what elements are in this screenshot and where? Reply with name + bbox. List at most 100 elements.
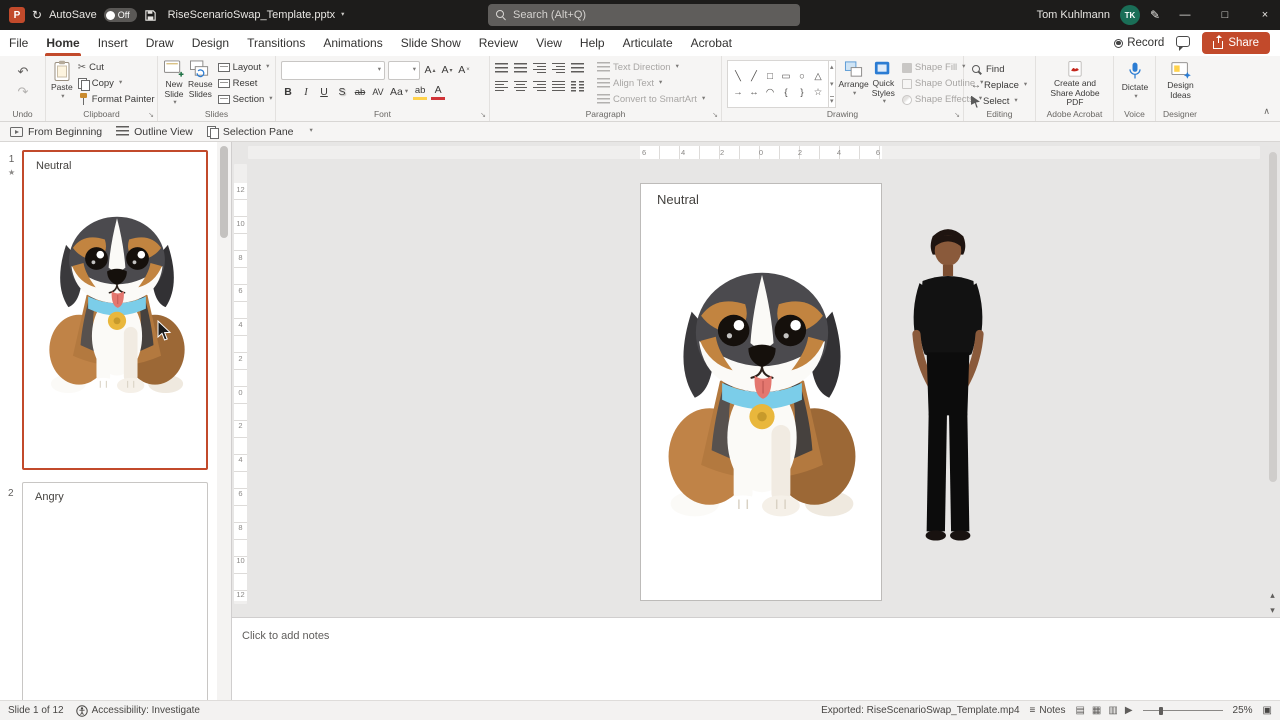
- selection-pane-button[interactable]: Selection Pane: [206, 125, 294, 139]
- slideshow-view-button[interactable]: ▶: [1125, 705, 1133, 716]
- line-spacing-button[interactable]: [571, 61, 584, 79]
- shape-line-icon[interactable]: ╲: [731, 69, 745, 83]
- shrink-font-button[interactable]: A ▾: [440, 62, 454, 78]
- woman-character-image[interactable]: [900, 220, 996, 566]
- tab-home[interactable]: Home: [37, 30, 88, 56]
- dialog-launcher-icon[interactable]: ↘: [148, 111, 154, 119]
- comments-button[interactable]: [1176, 36, 1191, 51]
- increase-indent-button[interactable]: [552, 61, 565, 79]
- save-icon[interactable]: [144, 9, 157, 22]
- align-right-button[interactable]: [533, 79, 546, 97]
- tab-draw[interactable]: Draw: [137, 30, 183, 56]
- shape-gallery[interactable]: ╲ ╱ □ ▭ ○ △ → ↔ ◠ { } ☆: [727, 60, 829, 108]
- record-button[interactable]: Record: [1114, 37, 1164, 49]
- shape-line2-icon[interactable]: ╱: [747, 69, 761, 83]
- tab-insert[interactable]: Insert: [89, 30, 137, 56]
- editor-scrollbar-thumb[interactable]: [1268, 152, 1277, 482]
- text-direction-button[interactable]: Text Direction ▾: [595, 60, 707, 75]
- layout-button[interactable]: Layout ▾: [216, 60, 275, 75]
- cut-button[interactable]: ✂ Cut: [76, 60, 157, 75]
- new-slide-button[interactable]: New Slide ▾: [163, 60, 185, 108]
- document-title[interactable]: RiseScenarioSwap_Template.pptx ▾: [164, 9, 349, 21]
- gallery-up-icon[interactable]: ▴: [830, 63, 834, 71]
- bold-button[interactable]: B: [281, 84, 295, 100]
- slide-thumbnail-1[interactable]: Neutral: [22, 150, 208, 470]
- align-text-button[interactable]: Align Text ▾: [595, 76, 707, 91]
- accessibility-status[interactable]: Accessibility: Investigate: [75, 704, 200, 717]
- tab-animations[interactable]: Animations: [314, 30, 391, 56]
- tab-acrobat[interactable]: Acrobat: [682, 30, 741, 56]
- bullet-list-button[interactable]: [495, 61, 508, 79]
- format-painter-button[interactable]: Format Painter: [76, 92, 157, 107]
- tab-articulate[interactable]: Articulate: [614, 30, 682, 56]
- collapse-ribbon-icon[interactable]: ∧: [1263, 106, 1270, 117]
- tab-view[interactable]: View: [527, 30, 571, 56]
- dialog-launcher-icon[interactable]: ↘: [954, 111, 960, 119]
- user-name[interactable]: Tom Kuhlmann: [1037, 9, 1110, 21]
- tab-slide-show[interactable]: Slide Show: [392, 30, 470, 56]
- gallery-down-icon[interactable]: ▾: [830, 80, 834, 88]
- font-color-button[interactable]: A: [431, 84, 446, 100]
- clear-formatting-button[interactable]: A ×: [457, 62, 471, 78]
- notes-pane[interactable]: Click to add notes: [232, 617, 1280, 700]
- from-beginning-button[interactable]: From Beginning: [10, 126, 102, 138]
- tab-design[interactable]: Design: [183, 30, 238, 56]
- undo-icon[interactable]: ↶: [18, 64, 29, 80]
- slide-canvas[interactable]: Neutral: [640, 183, 882, 601]
- shape-rounded-rect-icon[interactable]: ▭: [779, 69, 793, 83]
- columns-button[interactable]: [571, 79, 584, 97]
- tab-review[interactable]: Review: [470, 30, 527, 56]
- shape-triangle-icon[interactable]: △: [811, 69, 825, 83]
- normal-view-button[interactable]: ▤: [1075, 705, 1084, 716]
- shape-double-arrow-icon[interactable]: ↔: [747, 85, 761, 99]
- replace-button[interactable]: ↔ Replace ▾: [969, 78, 1031, 93]
- shape-brace-left-icon[interactable]: {: [779, 85, 793, 99]
- create-share-pdf-button[interactable]: Create and Share Adobe PDF: [1043, 60, 1107, 108]
- design-ideas-button[interactable]: Design Ideas: [1163, 60, 1199, 108]
- next-slide-button[interactable]: ▾: [1270, 605, 1275, 616]
- fit-slide-button[interactable]: ▣: [1263, 705, 1272, 716]
- reuse-slides-button[interactable]: Reuse Slides: [188, 60, 213, 108]
- character-spacing-button[interactable]: AV: [371, 84, 385, 100]
- tab-transitions[interactable]: Transitions: [238, 30, 314, 56]
- outline-view-button[interactable]: Outline View: [116, 126, 193, 138]
- previous-slide-button[interactable]: ▴: [1270, 590, 1275, 601]
- dialog-launcher-icon[interactable]: ↘: [712, 111, 718, 119]
- search-input[interactable]: [513, 9, 792, 21]
- editor-scrollbar[interactable]: ▴ ▾: [1267, 148, 1278, 616]
- convert-to-smartart-button[interactable]: Convert to SmartArt ▾: [595, 92, 707, 107]
- dictate-button[interactable]: Dictate ▾: [1119, 60, 1151, 108]
- slide-sorter-view-button[interactable]: ▦: [1092, 705, 1101, 716]
- align-center-button[interactable]: [514, 79, 527, 97]
- avatar[interactable]: TK: [1119, 5, 1140, 25]
- font-size-select[interactable]: ▾: [388, 60, 420, 80]
- text-shadow-button[interactable]: S: [335, 84, 349, 100]
- shape-star-icon[interactable]: ☆: [811, 85, 825, 99]
- decrease-indent-button[interactable]: [533, 61, 546, 79]
- redo-icon[interactable]: ↷: [18, 84, 29, 100]
- font-name-select[interactable]: ▾: [281, 60, 385, 80]
- shape-brace-right-icon[interactable]: }: [795, 85, 809, 99]
- section-button[interactable]: Section ▾: [216, 92, 275, 107]
- slide-thumbnail-2[interactable]: Angry: [22, 482, 208, 700]
- italic-button[interactable]: I: [299, 84, 313, 100]
- underline-button[interactable]: U: [317, 84, 331, 100]
- powerpoint-app-icon[interactable]: P: [9, 7, 25, 23]
- find-button[interactable]: Find: [969, 62, 1031, 77]
- reset-button[interactable]: Reset: [216, 76, 275, 91]
- thumbnail-scrollbar[interactable]: [217, 142, 231, 700]
- notes-toggle-button[interactable]: ≡ Notes: [1030, 705, 1066, 716]
- grow-font-button[interactable]: A ▴: [423, 62, 437, 78]
- zoom-slider-handle[interactable]: [1158, 706, 1163, 715]
- slide-counter[interactable]: Slide 1 of 12: [8, 705, 64, 716]
- ink-pen-icon[interactable]: ✎: [1150, 8, 1160, 22]
- arrange-button[interactable]: Arrange ▾: [839, 60, 869, 108]
- zoom-slider[interactable]: [1142, 706, 1223, 716]
- share-button[interactable]: Share: [1202, 32, 1270, 54]
- numbered-list-button[interactable]: [514, 61, 527, 79]
- shape-arc-icon[interactable]: ◠: [763, 85, 777, 99]
- quick-styles-button[interactable]: Quick Styles ▾: [872, 60, 895, 108]
- close-button[interactable]: ×: [1250, 0, 1280, 30]
- dialog-launcher-icon[interactable]: ↘: [480, 111, 486, 119]
- paste-button[interactable]: Paste ▾: [51, 60, 73, 108]
